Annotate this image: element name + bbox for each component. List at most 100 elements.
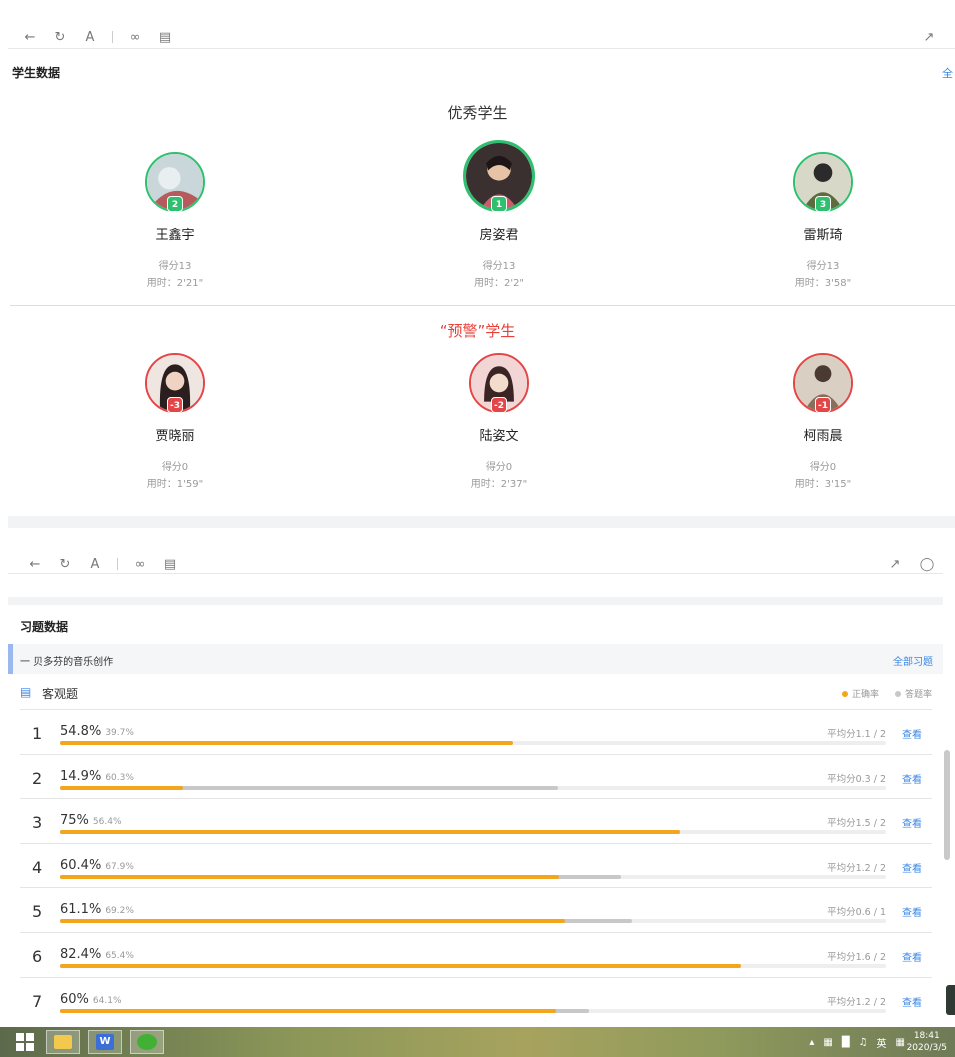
student-time: 用时：2'37" — [470, 479, 528, 490]
average-score: 平均分1.1 / 2 — [827, 729, 886, 740]
file-explorer-button[interactable] — [46, 1030, 80, 1054]
correct-rate-value: 82.4% — [60, 946, 102, 962]
tray-expand-icon[interactable]: ▴ — [809, 1037, 814, 1048]
ime-indicator[interactable]: 英 — [877, 1035, 887, 1050]
view-button[interactable]: 查看 — [902, 949, 922, 964]
average-score: 平均分1.6 / 2 — [827, 951, 886, 963]
refresh-icon[interactable]: ↻ — [57, 556, 73, 572]
objective-label: 客观题 — [42, 687, 79, 701]
font-size-icon[interactable]: A — [87, 556, 103, 572]
answer-rate: 39.7% — [105, 728, 134, 738]
average-score: 平均分0.6 / 1 — [827, 907, 886, 919]
all-exercises-link[interactable]: 全部习题 — [893, 653, 933, 668]
font-size-icon[interactable]: A — [82, 29, 98, 45]
correct-rate: 54.8% 39.7% — [60, 724, 134, 739]
scrollbar[interactable] — [944, 750, 950, 860]
refresh-icon[interactable]: ↻ — [52, 29, 68, 45]
wechat-button[interactable] — [130, 1030, 164, 1054]
answer-rate: 60.3% — [105, 772, 134, 783]
windows-logo-icon — [16, 1033, 34, 1051]
side-panel-handle[interactable] — [946, 985, 955, 1015]
student-card[interactable]: -1 柯雨晨 得分0 用时：3'15" — [723, 353, 923, 490]
keyboard-icon[interactable]: ▦ — [896, 1037, 905, 1048]
answered-dot-icon — [894, 690, 901, 697]
divider — [10, 305, 955, 306]
answer-rate: 64.1% — [92, 995, 122, 1006]
back-arrow-icon[interactable]: ← — [22, 29, 38, 45]
clock-time: 18:41 — [913, 1031, 940, 1041]
section-title-student-data: 学生数据 — [12, 66, 61, 80]
calendar-icon[interactable]: ▤ — [162, 556, 178, 572]
wps-icon: W — [96, 1034, 114, 1050]
student-card[interactable]: 1 房姿君 得分13 用时：2'2" — [399, 140, 599, 289]
student-card[interactable]: -2 陆姿文 得分0 用时：2'37" — [399, 353, 599, 490]
correct-rate-value: 60% — [60, 991, 89, 1007]
answer-rate: 67.9% — [105, 861, 134, 872]
student-score: 得分13 — [806, 261, 840, 272]
start-button[interactable] — [8, 1030, 42, 1054]
view-button[interactable]: 查看 — [902, 904, 922, 919]
student-score: 得分0 — [161, 462, 189, 473]
wechat-icon — [137, 1034, 157, 1050]
rank-badge: 3 — [815, 196, 831, 212]
student-name: 陆姿文 — [479, 429, 519, 444]
view-button[interactable]: 查看 — [902, 815, 922, 830]
student-time: 用时：1'59" — [146, 479, 204, 490]
toolbar-divider — [117, 558, 118, 570]
student-card[interactable]: 2 王鑫宇 得分13 用时：2'21" — [75, 152, 275, 289]
section-separator — [8, 516, 955, 528]
question-number: 6 — [32, 946, 43, 966]
clock[interactable]: 18:41 2020/3/5 — [907, 1030, 947, 1054]
legend-answered: 答题率 — [894, 687, 932, 700]
legend-answered-label: 答题率 — [904, 690, 932, 700]
correct-rate: 60.4% 67.9% — [60, 858, 134, 873]
answer-rate: 65.4% — [105, 950, 134, 961]
student-time: 用时：2'2" — [473, 278, 525, 289]
wps-button[interactable]: W — [88, 1030, 122, 1054]
rank-badge: -1 — [815, 397, 831, 413]
excellent-students-title: 优秀学生 — [447, 104, 508, 122]
view-button[interactable]: 查看 — [902, 860, 922, 875]
list-icon: ▤ — [20, 685, 32, 699]
student-score: 得分13 — [158, 261, 192, 272]
lesson-accent — [8, 644, 13, 674]
share-icon[interactable]: ↗ — [887, 556, 903, 572]
student-name: 柯雨晨 — [803, 429, 843, 444]
rank-badge: 2 — [167, 196, 183, 212]
volume-icon[interactable]: ♫ — [859, 1037, 868, 1048]
signal-icon[interactable]: █ — [842, 1037, 850, 1048]
cube-icon[interactable]: ◯ — [919, 556, 935, 572]
rate-bar-track — [60, 1008, 886, 1013]
legend-correct: 正确率 — [841, 687, 879, 700]
view-button[interactable]: 查看 — [902, 994, 922, 1009]
view-button[interactable]: 查看 — [902, 771, 922, 786]
share-icon[interactable]: ↗ — [921, 29, 937, 45]
average-score: 平均分0.3 / 2 — [827, 773, 886, 785]
link-icon[interactable]: ∞ — [127, 29, 143, 45]
link-icon[interactable]: ∞ — [132, 556, 148, 572]
divider — [8, 573, 943, 574]
answer-rate: 69.2% — [105, 906, 134, 917]
objective-header: ▤ 客观题 正确率 答题率 — [20, 684, 932, 708]
reader-toolbar: ← ↻ A ∞ ▤ ↗ ◯ — [0, 549, 955, 579]
student-score: 得分13 — [482, 261, 516, 272]
student-card[interactable]: 3 雷斯琦 得分13 用时：3'58" — [723, 152, 923, 289]
correct-dot-icon — [841, 690, 848, 697]
student-name: 王鑫宇 — [155, 228, 195, 243]
folder-icon — [54, 1035, 72, 1049]
correct-rate-bar — [60, 785, 184, 790]
rate-bar-track — [60, 874, 886, 879]
student-score: 得分0 — [485, 462, 513, 473]
average-score: 平均分1.5 / 2 — [827, 818, 886, 830]
view-all-link[interactable]: 全 — [942, 65, 953, 81]
question-number: 7 — [32, 991, 43, 1011]
back-arrow-icon[interactable]: ← — [27, 556, 43, 572]
view-button[interactable]: 查看 — [902, 726, 922, 741]
network-icon[interactable]: ▦ — [823, 1037, 832, 1048]
calendar-icon[interactable]: ▤ — [157, 29, 173, 45]
student-card[interactable]: -3 贾晓丽 得分0 用时：1'59" — [75, 353, 275, 490]
student-time: 用时：3'15" — [794, 479, 852, 490]
rank-badge: -3 — [167, 397, 183, 413]
student-name: 贾晓丽 — [155, 429, 195, 444]
section-separator — [8, 597, 943, 605]
